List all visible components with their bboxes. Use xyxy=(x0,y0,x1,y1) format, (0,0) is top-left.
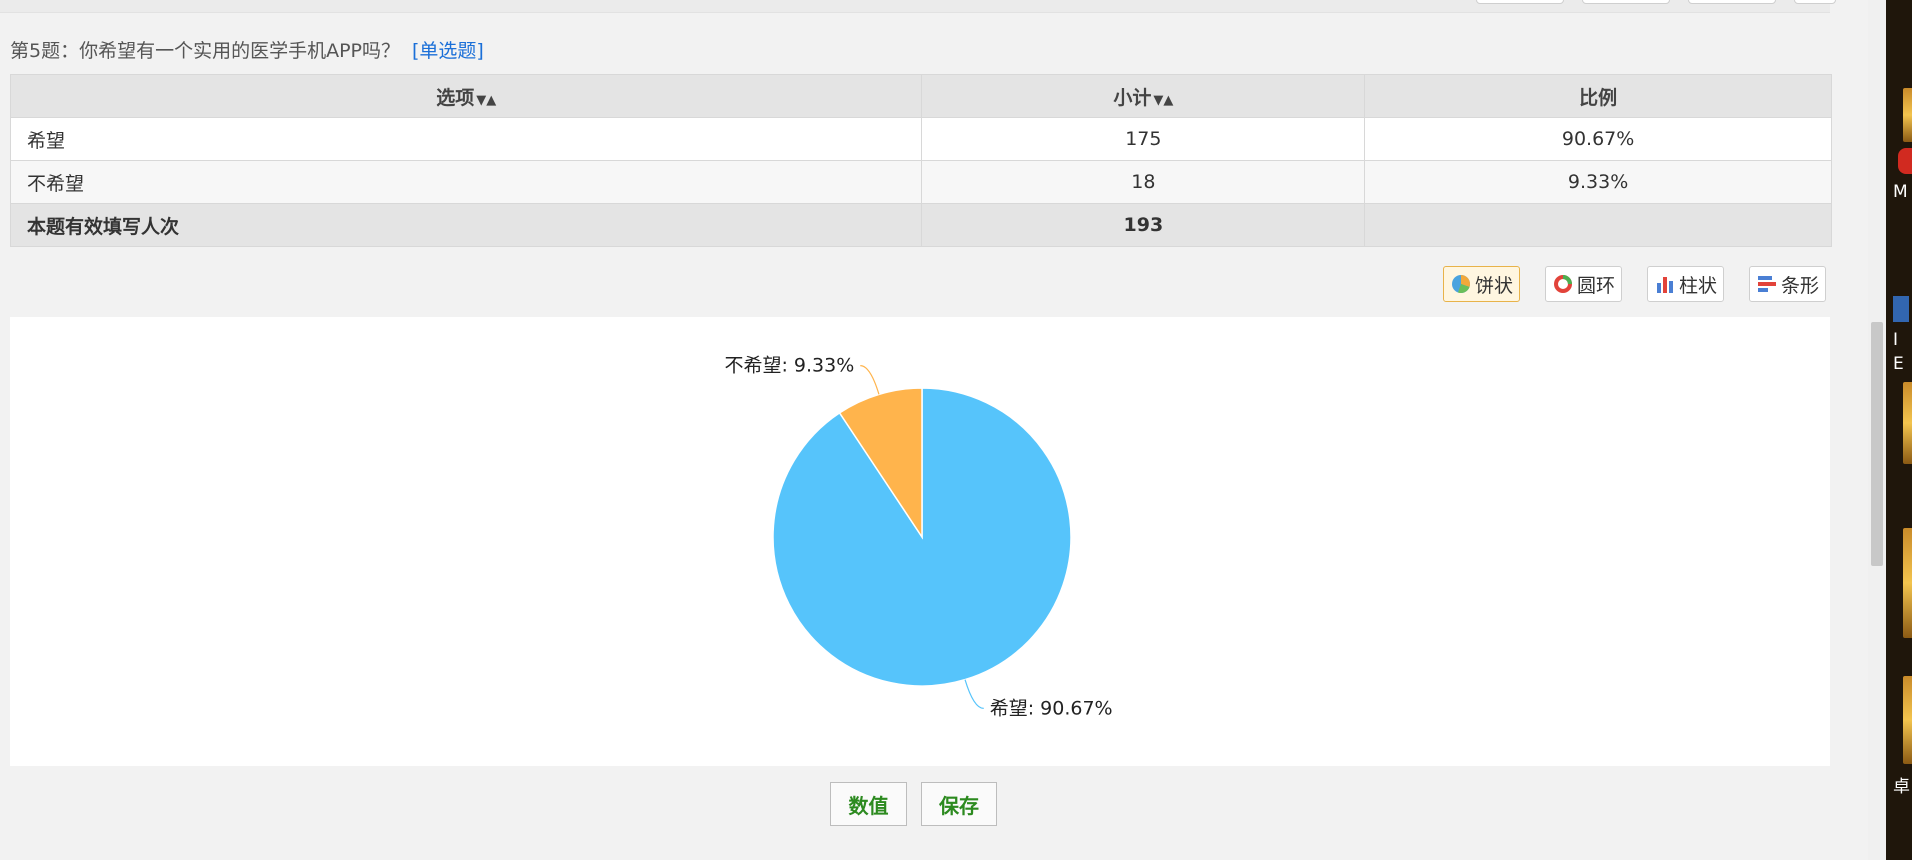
scrollbar-thumb[interactable] xyxy=(1871,322,1883,566)
pie-data-label: 希望: 90.67% xyxy=(990,697,1113,719)
header-ratio: 比例 xyxy=(1364,74,1832,118)
option-cell: 不希望 xyxy=(9,160,923,204)
chart-type-label: 柱状 xyxy=(1679,274,1718,297)
table-row: 希望 175 90.67% xyxy=(9,117,1832,161)
desktop-folder-icon[interactable] xyxy=(1903,528,1912,638)
desktop-label: M xyxy=(1893,182,1908,202)
question-text: 第5题：你希望有一个实用的医学手机APP吗？ xyxy=(10,40,401,62)
desktop-background: M I E 卓 xyxy=(1886,0,1912,860)
desktop-folder-icon[interactable] xyxy=(1903,382,1912,464)
toolbar-button-partial[interactable] xyxy=(1794,0,1836,4)
count-cell: 175 xyxy=(921,117,1366,161)
values-button[interactable]: 数值 xyxy=(830,782,907,826)
pie-icon xyxy=(1450,273,1472,295)
results-table: 选项 ▼▲ 小计 ▼▲ 比例 希望 175 90.67% 不希望 18 9.33% … xyxy=(9,74,1832,247)
table-header-row: 选项 ▼▲ 小计 ▼▲ 比例 xyxy=(9,74,1832,118)
chart-type-label: 圆环 xyxy=(1577,274,1616,297)
header-count[interactable]: 小计 ▼▲ xyxy=(921,74,1366,118)
bar-icon xyxy=(1756,273,1778,295)
total-count: 193 xyxy=(921,203,1366,247)
chart-type-ring-button[interactable]: 圆环 xyxy=(1545,266,1623,302)
ratio-cell: 9.33% xyxy=(1364,160,1832,204)
question-title: 第5题：你希望有一个实用的医学手机APP吗？ [单选题] xyxy=(10,36,484,63)
chart-type-column-button[interactable]: 柱状 xyxy=(1647,266,1725,302)
pie-leader-line xyxy=(964,679,984,709)
sort-icon[interactable]: ▼▲ xyxy=(476,93,496,108)
chart-type-label: 条形 xyxy=(1781,274,1820,297)
desktop-label: E xyxy=(1893,354,1904,374)
desktop-shortcut-icon[interactable] xyxy=(1893,296,1909,322)
count-cell: 18 xyxy=(921,160,1366,204)
table-total-row: 本题有效填写人次 193 xyxy=(9,203,1832,247)
pie-leader-line xyxy=(860,365,880,395)
save-button[interactable]: 保存 xyxy=(921,782,997,826)
chart-type-bar-button[interactable]: 条形 xyxy=(1749,266,1827,302)
desktop-folder-icon[interactable] xyxy=(1903,676,1912,764)
option-cell: 希望 xyxy=(9,117,923,161)
toolbar-button-partial[interactable] xyxy=(1688,0,1776,4)
pie-chart: 希望: 90.67% 不希望: 9.33% xyxy=(724,355,1113,720)
desktop-label: 卓 xyxy=(1893,777,1910,797)
table-row: 不希望 18 9.33% xyxy=(9,160,1832,204)
sort-icon[interactable]: ▼▲ xyxy=(1153,93,1173,108)
chart-area: 希望: 90.67% 不希望: 9.33% xyxy=(10,317,1830,766)
toolbar-button-partial[interactable] xyxy=(1582,0,1670,4)
header-option[interactable]: 选项 ▼▲ xyxy=(9,74,923,118)
chart-type-label: 饼状 xyxy=(1475,274,1514,297)
ratio-cell: 90.67% xyxy=(1364,117,1832,161)
top-strip xyxy=(0,0,1836,13)
ring-icon xyxy=(1552,273,1574,295)
toolbar-button-partial[interactable] xyxy=(1476,0,1564,4)
total-empty xyxy=(1364,203,1832,247)
desktop-label: I xyxy=(1893,330,1899,350)
desktop-app-icon[interactable] xyxy=(1898,148,1912,174)
column-icon xyxy=(1654,273,1676,295)
chart-type-pie-button[interactable]: 饼状 xyxy=(1443,266,1521,302)
pie-data-label: 不希望: 9.33% xyxy=(724,355,854,377)
total-label: 本题有效填写人次 xyxy=(9,203,923,247)
question-type-link[interactable]: [单选题] xyxy=(412,40,484,62)
desktop-folder-icon[interactable] xyxy=(1903,88,1912,142)
